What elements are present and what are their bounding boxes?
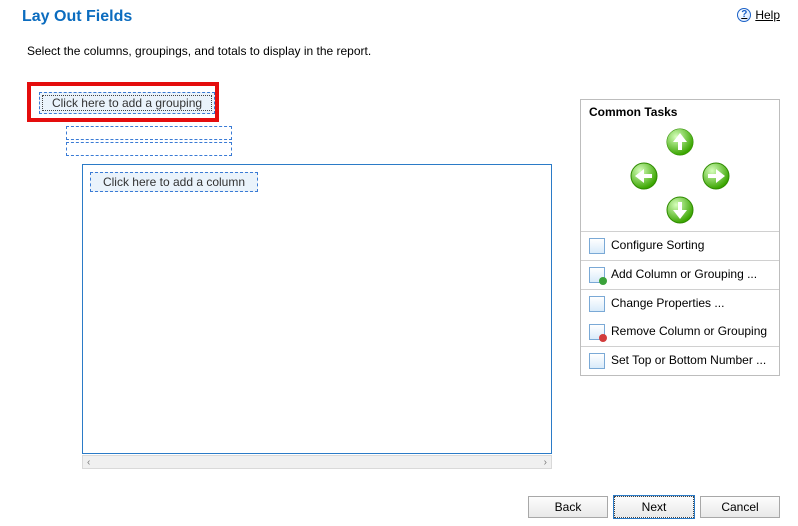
wizard-button-row: Back Next Cancel [528, 496, 780, 518]
move-arrows-area [581, 121, 779, 231]
task-remove-column-or-grouping[interactable]: Remove Column or Grouping [581, 318, 779, 346]
task-label: Add Column or Grouping ... [611, 267, 771, 281]
back-button[interactable]: Back [528, 496, 608, 518]
task-label: Configure Sorting [611, 238, 771, 252]
report-body-area[interactable]: Click here to add a column [82, 164, 552, 454]
header: Lay Out Fields [0, 0, 798, 30]
task-label: Remove Column or Grouping [611, 324, 771, 338]
common-tasks-panel: Common Tasks Configure Sorting [580, 99, 780, 376]
help-link[interactable]: ? Help [737, 8, 780, 22]
horizontal-scrollbar[interactable]: ‹ › [82, 455, 552, 469]
help-label: Help [755, 8, 780, 22]
add-column-icon [589, 267, 605, 283]
page-title: Lay Out Fields [22, 8, 782, 26]
remove-column-icon [589, 324, 605, 340]
grouping-highlight-annotation: Click here to add a grouping [27, 82, 219, 122]
top-bottom-icon [589, 353, 605, 369]
layout-canvas: Click here to add a grouping Click here … [27, 82, 557, 466]
task-label: Set Top or Bottom Number ... [611, 353, 771, 367]
add-column-placeholder[interactable]: Click here to add a column [90, 172, 258, 192]
task-label: Change Properties ... [611, 296, 771, 310]
task-configure-sorting[interactable]: Configure Sorting [581, 232, 779, 260]
add-grouping-placeholder[interactable]: Click here to add a grouping [39, 92, 215, 114]
task-change-properties[interactable]: Change Properties ... [581, 290, 779, 318]
task-set-top-or-bottom-number[interactable]: Set Top or Bottom Number ... [581, 347, 779, 375]
grouping-slot-placeholder[interactable] [66, 142, 232, 156]
add-grouping-label: Click here to add a grouping [42, 95, 212, 111]
instruction-text: Select the columns, groupings, and total… [0, 30, 798, 58]
move-down-button[interactable] [665, 195, 695, 225]
grouping-slot-placeholder[interactable] [66, 126, 232, 140]
move-left-button[interactable] [629, 161, 659, 191]
properties-icon [589, 296, 605, 312]
task-add-column-or-grouping[interactable]: Add Column or Grouping ... [581, 261, 779, 289]
chevron-left-icon[interactable]: ‹ [83, 457, 94, 468]
chevron-right-icon[interactable]: › [540, 457, 551, 468]
move-right-button[interactable] [701, 161, 731, 191]
common-tasks-title: Common Tasks [581, 100, 779, 121]
cancel-button[interactable]: Cancel [700, 496, 780, 518]
sort-icon [589, 238, 605, 254]
move-up-button[interactable] [665, 127, 695, 157]
help-icon: ? [737, 8, 751, 22]
next-button[interactable]: Next [614, 496, 694, 518]
